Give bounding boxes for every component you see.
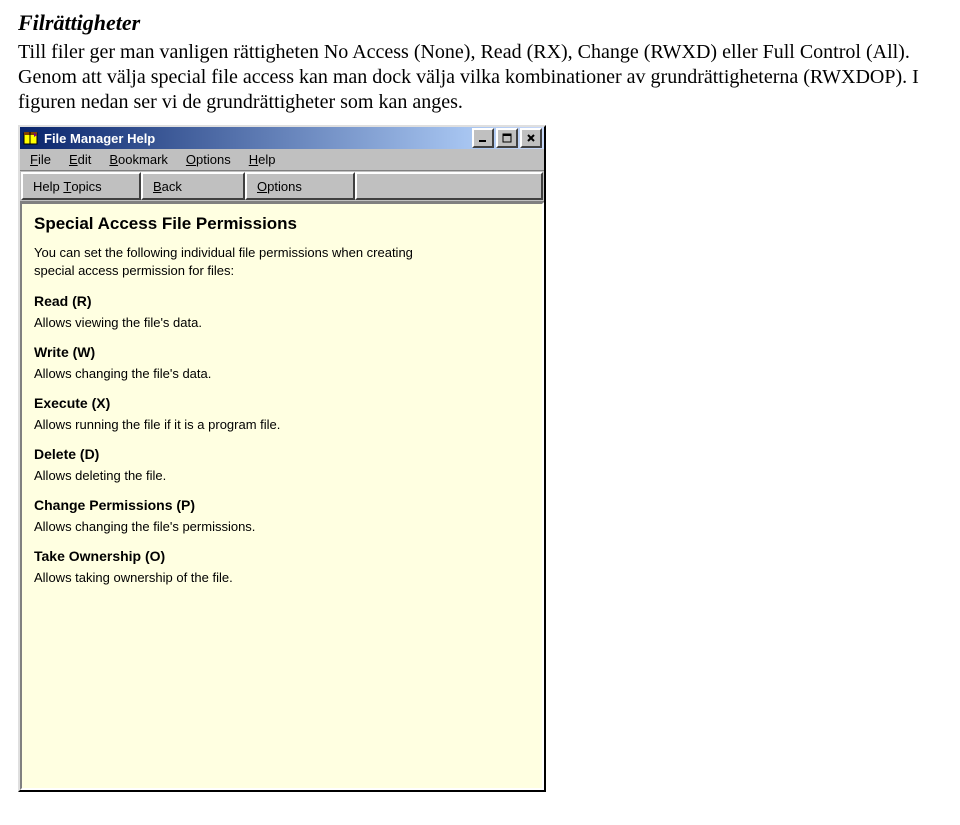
book-icon xyxy=(22,129,40,147)
perm-change-permissions: Change Permissions (P) Allows changing t… xyxy=(34,497,530,534)
toolbar-help-topics[interactable]: Help Topics xyxy=(21,172,141,200)
menu-edit[interactable]: Edit xyxy=(61,151,101,168)
titlebar[interactable]: File Manager Help xyxy=(20,127,544,149)
perm-title: Execute (X) xyxy=(34,395,530,411)
perm-write: Write (W) Allows changing the file's dat… xyxy=(34,344,530,381)
menu-help[interactable]: Help xyxy=(241,151,286,168)
maximize-button[interactable] xyxy=(496,128,518,148)
perm-title: Delete (D) xyxy=(34,446,530,462)
toolbar-options[interactable]: Options xyxy=(245,172,355,200)
doc-paragraph: Till filer ger man vanligen rättigheten … xyxy=(18,40,938,115)
close-button[interactable] xyxy=(520,128,542,148)
perm-delete: Delete (D) Allows deleting the file. xyxy=(34,446,530,483)
perm-title: Take Ownership (O) xyxy=(34,548,530,564)
menu-bookmark[interactable]: Bookmark xyxy=(101,151,178,168)
perm-desc: Allows taking ownership of the file. xyxy=(34,570,530,585)
menu-options[interactable]: Options xyxy=(178,151,241,168)
menu-file[interactable]: File xyxy=(22,151,61,168)
perm-title: Write (W) xyxy=(34,344,530,360)
menubar: File Edit Bookmark Options Help xyxy=(20,149,544,171)
help-content: Special Access File Permissions You can … xyxy=(20,202,544,790)
perm-desc: Allows running the file if it is a progr… xyxy=(34,417,530,432)
perm-title: Read (R) xyxy=(34,293,530,309)
perm-title: Change Permissions (P) xyxy=(34,497,530,513)
window-title: File Manager Help xyxy=(44,131,472,146)
toolbar-back[interactable]: Back xyxy=(141,172,245,200)
perm-read: Read (R) Allows viewing the file's data. xyxy=(34,293,530,330)
help-intro: You can set the following individual fil… xyxy=(34,244,434,279)
perm-desc: Allows changing the file's permissions. xyxy=(34,519,530,534)
perm-desc: Allows deleting the file. xyxy=(34,468,530,483)
perm-execute: Execute (X) Allows running the file if i… xyxy=(34,395,530,432)
doc-heading: Filrättigheter xyxy=(18,10,942,36)
toolbar: Help Topics Back Options xyxy=(20,171,544,202)
window-controls xyxy=(472,128,542,148)
help-heading: Special Access File Permissions xyxy=(34,214,530,234)
perm-take-ownership: Take Ownership (O) Allows taking ownersh… xyxy=(34,548,530,585)
help-window: File Manager Help File Edit Bookmark Opt… xyxy=(18,125,546,792)
minimize-button[interactable] xyxy=(472,128,494,148)
toolbar-fill xyxy=(355,172,543,200)
perm-desc: Allows changing the file's data. xyxy=(34,366,530,381)
perm-desc: Allows viewing the file's data. xyxy=(34,315,530,330)
